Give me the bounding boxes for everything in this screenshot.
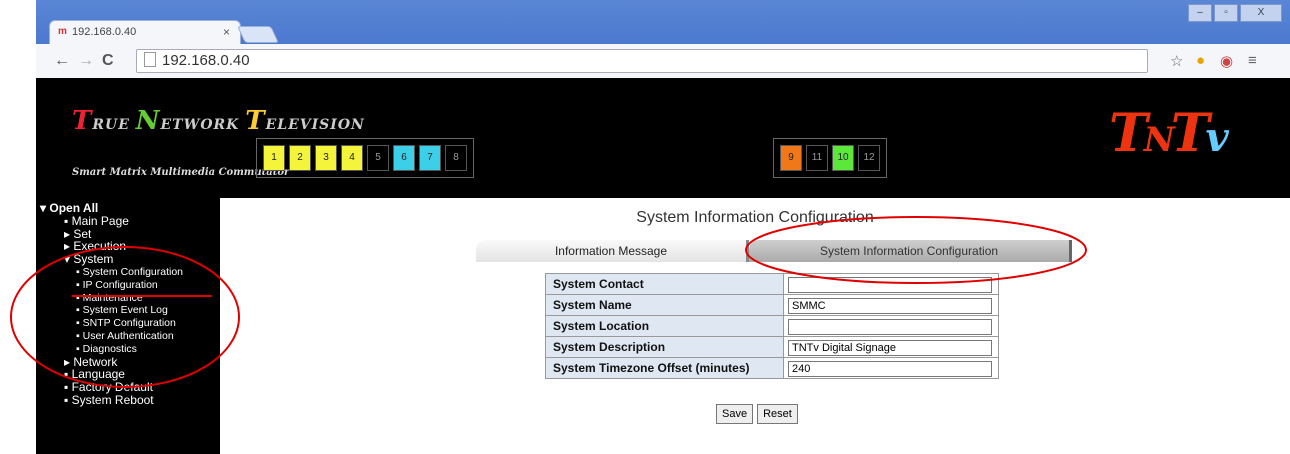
port-button[interactable]: 12 [858, 145, 880, 171]
port-button[interactable]: 6 [393, 145, 415, 171]
port-button[interactable]: 11 [806, 145, 828, 171]
save-button[interactable]: Save [716, 404, 754, 424]
browser-chrome: m 192.168.0.40 × – ▫ X ← → C 192.168.0.4… [36, 0, 1290, 79]
form-row: System Name [545, 294, 999, 316]
field-cell [783, 336, 999, 358]
port-button[interactable]: 1 [263, 145, 285, 171]
app-header: TRUE NETWORK TELEVISION Smart Matrix Mul… [36, 78, 1290, 198]
maximize-button[interactable]: ▫ [1214, 4, 1238, 22]
port-button[interactable]: 2 [289, 145, 311, 171]
sidebar-item[interactable]: ▪ SNTP Configuration [36, 317, 220, 330]
field-cell [783, 357, 999, 379]
brand-logo: TRUE NETWORK TELEVISION [72, 106, 365, 136]
tntv-logo: TNTv [1109, 103, 1229, 164]
port-button[interactable]: 8 [445, 145, 467, 171]
form-row: System Description [545, 336, 999, 358]
sidebar-item[interactable]: ▪ System Event Log [36, 304, 220, 317]
port-group-2: 9 11 10 12 [773, 138, 887, 178]
field-label: System Description [545, 336, 784, 358]
address-url: 192.168.0.40 [162, 52, 250, 69]
forward-icon[interactable]: → [78, 52, 94, 70]
form-row: System Contact [545, 273, 999, 295]
field-input[interactable] [788, 361, 992, 377]
extension2-icon[interactable]: ◉ [1220, 52, 1233, 70]
port-button[interactable]: 9 [780, 145, 802, 171]
field-label: System Name [545, 294, 784, 316]
sidebar-item[interactable]: ▪ System Reboot [36, 394, 220, 407]
field-label: System Contact [545, 273, 784, 295]
sidebar-item[interactable]: ▪ IP Configuration [36, 279, 220, 292]
sidebar-item[interactable]: ▪ System Configuration [36, 266, 220, 279]
menu-icon[interactable]: ≡ [1248, 52, 1257, 69]
sidebar-item[interactable]: ▾ System [36, 253, 220, 266]
reload-icon[interactable]: C [102, 52, 114, 70]
field-label: System Timezone Offset (minutes) [545, 357, 784, 379]
new-tab-button[interactable] [237, 26, 279, 43]
minimize-button[interactable]: – [1188, 4, 1212, 22]
browser-tab[interactable]: m 192.168.0.40 × [49, 20, 241, 45]
sidebar-item[interactable]: ▪ Diagnostics [36, 343, 220, 356]
window-controls: – ▫ X [1186, 4, 1282, 22]
sidebar-item[interactable]: ▪ User Authentication [36, 330, 220, 343]
port-button[interactable]: 3 [315, 145, 337, 171]
field-input[interactable] [788, 298, 992, 314]
close-window-button[interactable]: X [1240, 4, 1282, 22]
sidebar-item[interactable]: ▪ Maintenance [36, 292, 220, 305]
page-title: System Information Configuration [636, 209, 874, 226]
sidebar: ▾ Open All ▪ Main Page ▸ Set ▸ Execution ▾ … [36, 198, 220, 454]
form-buttons: Save Reset [716, 404, 802, 424]
port-button[interactable]: 5 [367, 145, 389, 171]
field-input[interactable] [788, 319, 992, 335]
sidebar-item[interactable]: ▪ Main Page [36, 214, 220, 228]
back-icon[interactable]: ← [54, 52, 70, 70]
port-button[interactable]: 10 [832, 145, 854, 171]
field-label: System Location [545, 315, 784, 337]
page-icon [144, 52, 156, 67]
extension-icon[interactable]: ● [1196, 52, 1205, 69]
field-input[interactable] [788, 340, 992, 356]
close-tab-icon[interactable]: × [223, 25, 230, 39]
browser-tab-title: 192.168.0.40 [72, 26, 137, 38]
field-cell [783, 315, 999, 337]
sidebar-menu: ▪ Main Page ▸ Set ▸ Execution ▾ System ▪ Sys… [36, 214, 220, 407]
main-content: System Information Configuration Informa… [220, 198, 1290, 454]
form-row: System Location [545, 315, 999, 337]
sidebar-open-all[interactable]: ▾ Open All [36, 202, 220, 215]
port-button[interactable]: 4 [341, 145, 363, 171]
favicon-icon: m [58, 26, 67, 37]
field-input[interactable] [788, 277, 992, 293]
field-cell [783, 294, 999, 316]
tab-information-message[interactable]: Information Message [476, 240, 749, 262]
port-button[interactable]: 7 [419, 145, 441, 171]
reset-button[interactable]: Reset [757, 404, 798, 424]
bookmark-star-icon[interactable]: ☆ [1170, 52, 1183, 70]
browser-toolbar: ← → C 192.168.0.40 ☆ ● ◉ ≡ [36, 44, 1290, 79]
tab-system-information-configuration[interactable]: System Information Configuration [749, 240, 1072, 262]
form-row: System Timezone Offset (minutes) [545, 357, 999, 379]
field-cell [783, 273, 999, 295]
address-bar[interactable]: 192.168.0.40 [136, 49, 1148, 73]
port-group-1: 12345678 [256, 138, 474, 178]
system-info-form: System ContactSystem NameSystem Location… [545, 273, 999, 379]
